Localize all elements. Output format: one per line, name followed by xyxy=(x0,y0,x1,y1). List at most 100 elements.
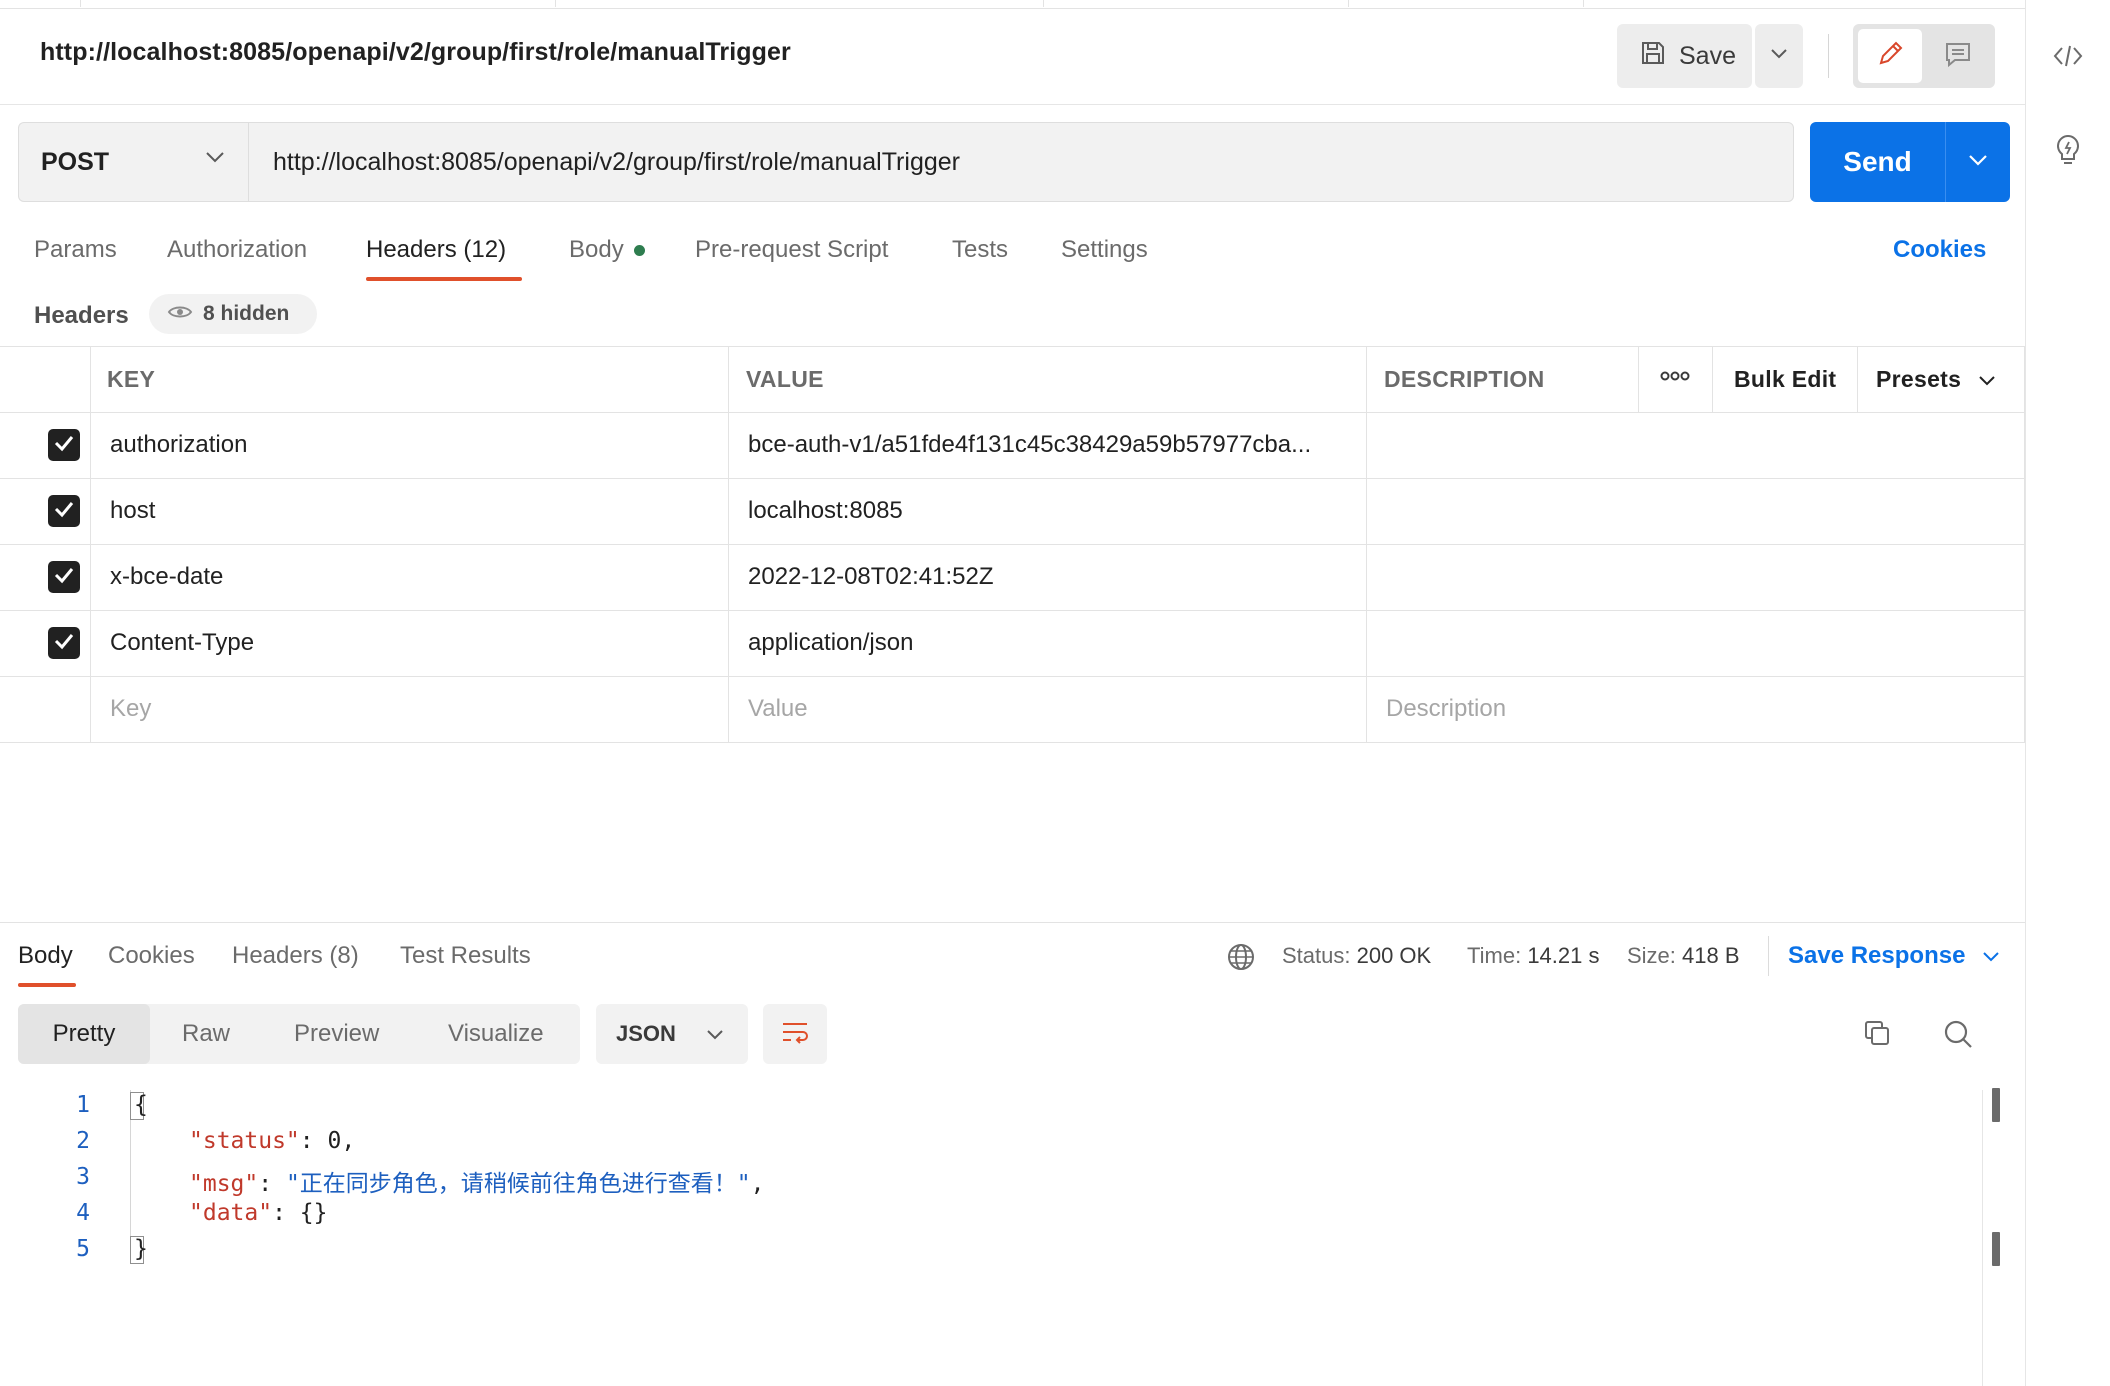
table-border xyxy=(2024,346,2025,742)
response-tab-headers[interactable]: Headers (8) xyxy=(232,942,359,970)
checkbox-checked-icon xyxy=(53,566,75,589)
status-label: Status: xyxy=(1282,943,1351,968)
table-border xyxy=(0,478,2025,479)
response-tab-cookies[interactable]: Cookies xyxy=(108,942,195,970)
cookies-link[interactable]: Cookies xyxy=(1893,236,1986,264)
code-line[interactable]: { xyxy=(134,1092,148,1118)
language-select[interactable]: JSON xyxy=(596,1004,748,1064)
header-key-cell[interactable]: authorization xyxy=(110,431,247,459)
search-icon[interactable] xyxy=(1942,1018,1974,1055)
window-tab-strip xyxy=(0,0,2025,9)
comment-mode-button[interactable] xyxy=(1926,29,1990,83)
presets-label: Presets xyxy=(1876,366,1962,392)
right-sidebar xyxy=(2025,0,2110,1386)
code-line[interactable]: "status": 0, xyxy=(189,1128,355,1154)
code-line[interactable]: } xyxy=(134,1236,148,1262)
format-visualize[interactable]: Visualize xyxy=(448,1020,544,1048)
tab-settings[interactable]: Settings xyxy=(1061,236,1148,264)
chevron-down-icon xyxy=(205,150,225,169)
response-size[interactable]: Size: 418 B xyxy=(1627,943,1740,969)
status-value: 200 OK xyxy=(1356,943,1432,968)
response-divider[interactable] xyxy=(0,922,2025,923)
presets-dropdown[interactable]: Presets xyxy=(1876,366,1996,393)
json-separator: : xyxy=(258,1171,286,1197)
tab-pre-request-script[interactable]: Pre-request Script xyxy=(695,236,888,264)
format-preview[interactable]: Preview xyxy=(294,1020,379,1048)
checkbox-checked-icon xyxy=(53,434,75,457)
json-key: "data" xyxy=(189,1200,273,1226)
response-status[interactable]: Status: 200 OK xyxy=(1282,943,1431,969)
line-number: 5 xyxy=(76,1236,90,1262)
bulk-edit-button[interactable]: Bulk Edit xyxy=(1734,366,1836,393)
edit-mode-button[interactable] xyxy=(1858,29,1922,83)
table-border xyxy=(1857,346,1858,412)
tab-headers[interactable]: Headers (12) xyxy=(366,236,506,264)
chevron-down-icon xyxy=(1968,153,1988,172)
header-value-cell[interactable]: application/json xyxy=(748,629,913,657)
new-description-input[interactable]: Description xyxy=(1386,695,1506,723)
table-border xyxy=(0,742,2025,743)
scrollbar-marker xyxy=(1992,1088,2000,1122)
row-enable-checkbox[interactable] xyxy=(48,561,80,593)
code-icon[interactable] xyxy=(2048,36,2088,76)
header-value-cell[interactable]: bce-auth-v1/a51fde4f131c45c38429a59b5797… xyxy=(748,431,1311,459)
tab-strip-segment xyxy=(555,0,1044,7)
response-time[interactable]: Time: 14.21 s xyxy=(1467,943,1599,969)
header-key-cell[interactable]: Content-Type xyxy=(110,629,254,657)
code-line[interactable]: "data": {} xyxy=(189,1200,327,1226)
save-button[interactable]: Save xyxy=(1617,24,1752,88)
tab-body[interactable]: Body xyxy=(569,236,645,264)
url-input[interactable]: http://localhost:8085/openapi/v2/group/f… xyxy=(248,122,1794,202)
format-pretty[interactable]: Pretty xyxy=(18,1004,150,1064)
save-response-dropdown[interactable]: Save Response xyxy=(1788,942,2000,970)
line-number: 4 xyxy=(76,1200,90,1226)
tab-body-label: Body xyxy=(569,236,624,263)
copy-icon[interactable] xyxy=(1862,1018,1894,1055)
row-enable-checkbox[interactable] xyxy=(48,627,80,659)
size-value: 418 B xyxy=(1682,943,1740,968)
tab-strip-active-segment xyxy=(1043,0,1193,7)
response-tab-body[interactable]: Body xyxy=(18,942,73,970)
send-dropdown-button[interactable] xyxy=(1946,122,2010,202)
table-border xyxy=(90,346,91,742)
editor-scrollbar-track[interactable] xyxy=(1982,1090,1983,1386)
tab-tests[interactable]: Tests xyxy=(952,236,1008,264)
response-tab-test-results[interactable]: Test Results xyxy=(400,942,531,970)
divider xyxy=(0,104,2025,105)
column-header-value: VALUE xyxy=(746,366,824,392)
language-label: JSON xyxy=(616,1021,676,1046)
new-key-input[interactable]: Key xyxy=(110,695,151,723)
row-enable-checkbox[interactable] xyxy=(48,495,80,527)
row-enable-checkbox[interactable] xyxy=(48,429,80,461)
save-dropdown-button[interactable] xyxy=(1755,24,1803,88)
more-horizontal-icon[interactable] xyxy=(1660,368,1690,389)
code-line[interactable]: "msg": "正在同步角色，请稍候前往角色进行查看！", xyxy=(189,1164,765,1198)
tab-strip-segment xyxy=(1348,0,1584,7)
format-raw[interactable]: Raw xyxy=(182,1020,230,1048)
hidden-headers-toggle[interactable]: 8 hidden xyxy=(149,294,317,334)
table-border xyxy=(0,412,2025,413)
header-key-cell[interactable]: host xyxy=(110,497,155,525)
table-border xyxy=(728,346,729,742)
column-header-description: DESCRIPTION xyxy=(1384,366,1545,392)
header-value-cell[interactable]: localhost:8085 xyxy=(748,497,903,525)
wrap-lines-button[interactable] xyxy=(763,1004,827,1064)
globe-icon[interactable] xyxy=(1226,942,1256,977)
new-value-input[interactable]: Value xyxy=(748,695,808,723)
tab-authorization[interactable]: Authorization xyxy=(167,236,307,264)
save-response-label: Save Response xyxy=(1788,942,1966,969)
header-value-cell[interactable]: 2022-12-08T02:41:52Z xyxy=(748,563,994,591)
active-tab-indicator xyxy=(366,277,522,281)
send-button[interactable]: Send xyxy=(1810,122,1945,202)
tab-strip-segment xyxy=(1193,0,1349,7)
line-number: 1 xyxy=(76,1092,90,1118)
tab-params[interactable]: Params xyxy=(34,236,117,264)
scrollbar-marker xyxy=(1992,1232,2000,1266)
json-rest: : {} xyxy=(272,1200,328,1226)
header-key-cell[interactable]: x-bce-date xyxy=(110,563,223,591)
request-title[interactable]: http://localhost:8085/openapi/v2/group/f… xyxy=(40,38,791,67)
column-header-key: KEY xyxy=(107,366,156,392)
table-border xyxy=(1712,346,1713,412)
lightbulb-icon[interactable] xyxy=(2048,130,2088,170)
time-label: Time: xyxy=(1467,943,1522,968)
